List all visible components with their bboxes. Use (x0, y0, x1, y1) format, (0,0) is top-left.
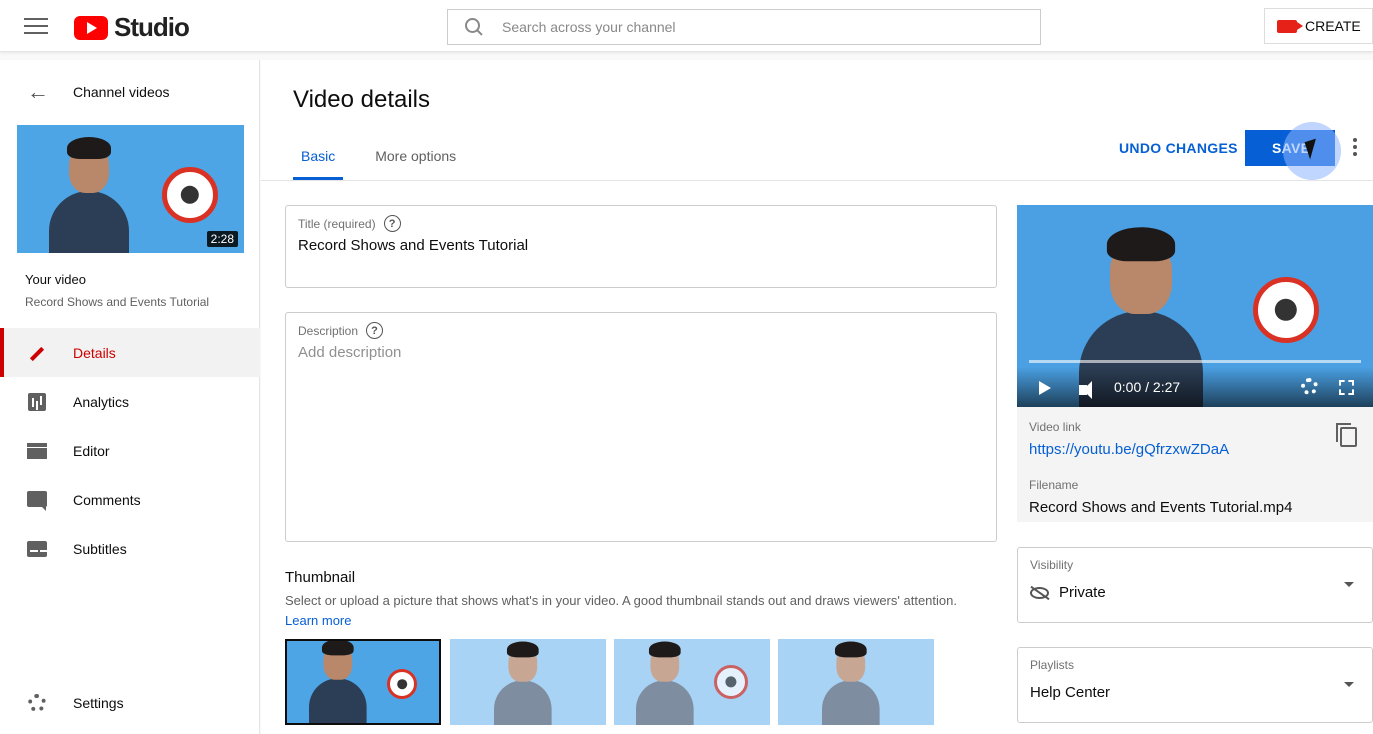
sidebar-item-settings[interactable]: Settings (0, 678, 260, 727)
main-content: Video details Basic More options UNDO CH… (261, 60, 1373, 734)
youtube-play-icon (74, 15, 108, 40)
description-label-text: Description (298, 323, 359, 338)
tab-bar: Basic More options (293, 140, 488, 180)
player-settings-icon[interactable] (1301, 378, 1318, 395)
video-thumbnail[interactable]: 2:28 (17, 125, 244, 253)
help-icon[interactable]: ? (383, 215, 401, 232)
visibility-select[interactable]: Visibility Private (1017, 547, 1373, 623)
description-input[interactable]: Add description (298, 344, 401, 361)
search-bar[interactable] (447, 9, 1041, 45)
thumbnail-description: Select or upload a picture that shows wh… (285, 593, 957, 608)
learn-more-link[interactable]: Learn more (285, 613, 351, 628)
tabs-divider (261, 180, 1373, 181)
sidebar-item-editor[interactable]: Editor (0, 426, 260, 475)
play-icon[interactable] (1039, 381, 1051, 395)
visibility-value: Private (1030, 584, 1106, 601)
subtitles-icon (27, 539, 47, 559)
presenter-figure (309, 641, 367, 723)
presenter-figure (636, 641, 694, 725)
create-button[interactable]: CREATE (1264, 8, 1373, 44)
sidebar-item-label: Analytics (73, 393, 130, 410)
sidebar-item-analytics[interactable]: Analytics (0, 377, 260, 426)
title-field[interactable]: Title (required) ? Record Shows and Even… (285, 205, 997, 288)
title-label-text: Title (required) (298, 216, 376, 231)
sidebar-item-subtitles[interactable]: Subtitles (0, 524, 260, 573)
presenter-figure (822, 641, 880, 725)
playlists-label: Playlists (1030, 658, 1075, 672)
thumbnail-heading: Thumbnail (285, 569, 356, 586)
thumbnail-option-1[interactable] (285, 639, 441, 725)
title-field-label: Title (required) ? (298, 215, 401, 232)
sidebar-item-label: Editor (73, 442, 110, 459)
video-camera-icon (1277, 19, 1303, 33)
back-arrow-icon[interactable]: ← (27, 81, 49, 103)
your-video-label: Your video (25, 272, 86, 287)
sidebar: ← Channel videos 2:28 Your video Record … (0, 60, 260, 734)
title-input[interactable]: Record Shows and Events Tutorial (298, 237, 528, 254)
chevron-down-icon (1344, 682, 1354, 687)
sidebar-item-details[interactable]: Details (0, 328, 260, 377)
video-player[interactable]: 0:00 / 2:27 (1017, 205, 1373, 407)
studio-logo[interactable]: Studio (74, 12, 190, 43)
visibility-value-text: Private (1059, 584, 1106, 601)
thumbnail-option-3[interactable] (614, 639, 770, 725)
back-to-channel-videos[interactable]: ← Channel videos (0, 70, 260, 114)
search-icon[interactable] (464, 17, 484, 37)
player-controls (1017, 367, 1373, 407)
chevron-down-icon (1344, 582, 1354, 587)
top-bar: Studio CREATE (0, 0, 1373, 52)
stopwatch-graphic (162, 167, 218, 223)
video-title-text: Record Shows and Events Tutorial (25, 295, 210, 309)
tab-more-options[interactable]: More options (367, 140, 464, 180)
playlists-select[interactable]: Playlists Help Center (1017, 647, 1373, 723)
copy-icon[interactable] (1336, 423, 1357, 447)
analytics-icon (27, 392, 47, 412)
description-field-label: Description ? (298, 322, 384, 339)
filename-label: Filename (1029, 478, 1079, 492)
sidebar-item-label: Settings (73, 694, 124, 711)
pencil-icon (27, 343, 47, 363)
playlists-value-text: Help Center (1030, 684, 1111, 701)
undo-changes-button[interactable]: UNDO CHANGES (1119, 140, 1238, 156)
presenter-figure (49, 137, 129, 253)
tab-basic[interactable]: Basic (293, 140, 344, 180)
create-label: CREATE (1305, 18, 1361, 34)
description-field[interactable]: Description ? Add description (285, 312, 997, 542)
page-title: Video details (293, 86, 430, 113)
stopwatch-graphic (714, 665, 748, 699)
playlists-value: Help Center (1030, 684, 1110, 701)
comment-icon (27, 490, 47, 511)
filename-value: Record Shows and Events Tutorial.mp4 (1029, 499, 1293, 516)
gear-icon (27, 693, 47, 713)
menu-icon[interactable] (24, 16, 48, 36)
sidebar-item-label: Comments (73, 491, 141, 508)
video-info-box: Video link https://youtu.be/gQfrzxwZDaA … (1017, 407, 1373, 522)
help-icon[interactable]: ? (366, 322, 384, 339)
video-link[interactable]: https://youtu.be/gQfrzxwZDaA (1029, 441, 1229, 458)
fullscreen-icon[interactable] (1339, 380, 1354, 395)
playback-time: 0:00 / 2:27 (1114, 379, 1181, 395)
duration-badge: 2:28 (206, 231, 238, 247)
volume-icon[interactable] (1079, 381, 1092, 399)
visibility-label: Visibility (1030, 558, 1074, 572)
eye-off-icon (1030, 586, 1049, 599)
film-icon (27, 441, 47, 461)
sidebar-item-label: Details (73, 344, 116, 361)
sidebar-item-label: Subtitles (73, 540, 127, 557)
logo-text: Studio (114, 12, 190, 42)
thumbnail-option-4[interactable] (778, 639, 934, 725)
presenter-figure (494, 641, 552, 725)
sidebar-item-comments[interactable]: Comments (0, 475, 260, 524)
video-progress-bar[interactable] (1029, 360, 1361, 363)
thumbnail-option-2[interactable] (450, 639, 606, 725)
video-link-label: Video link (1029, 420, 1081, 434)
back-label: Channel videos (73, 84, 170, 100)
search-input[interactable] (502, 19, 1022, 35)
save-button[interactable]: SAVE (1245, 130, 1335, 166)
stopwatch-graphic (1253, 277, 1319, 343)
more-options-icon[interactable] (1352, 138, 1358, 158)
stopwatch-graphic (387, 669, 417, 699)
